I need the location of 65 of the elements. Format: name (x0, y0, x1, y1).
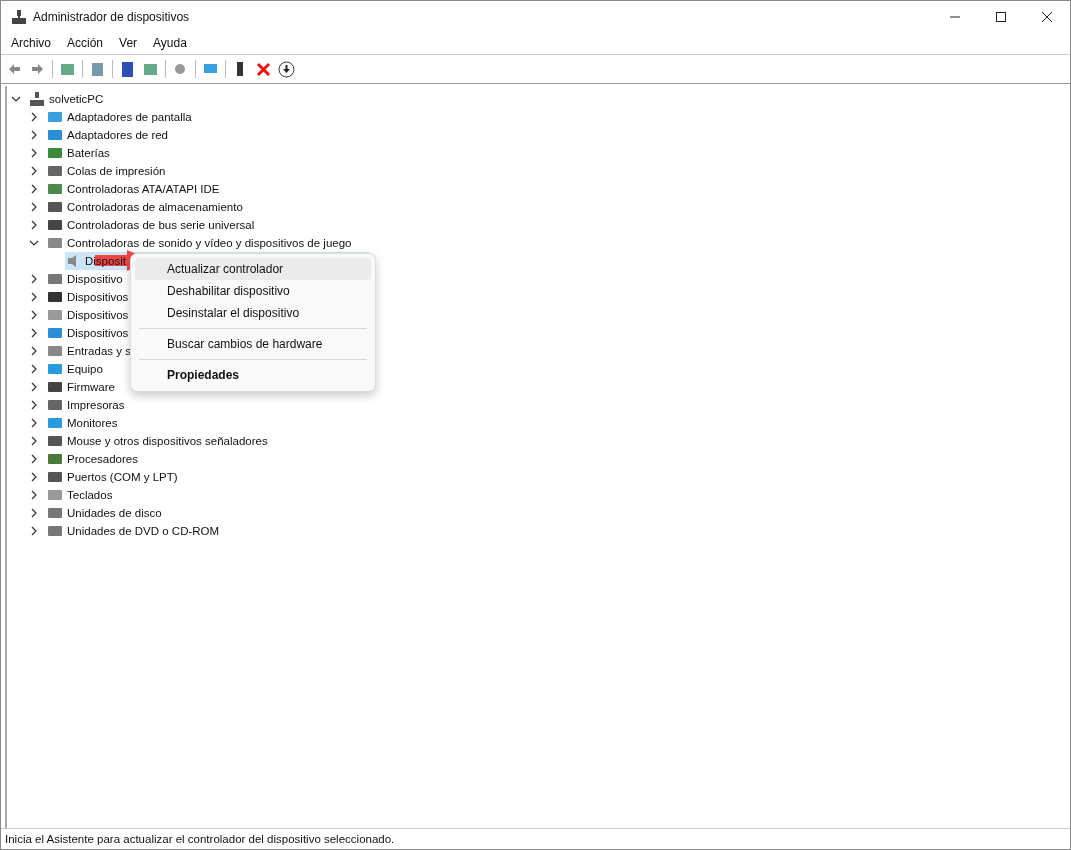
chevron-icon[interactable] (29, 310, 39, 320)
tree-item[interactable]: Unidades de DVD o CD-ROM (67, 525, 220, 537)
chevron-icon[interactable] (29, 364, 39, 374)
menu-item[interactable]: Deshabilitar dispositivo (135, 280, 371, 302)
chevron-icon[interactable] (29, 202, 39, 212)
chevron-icon[interactable] (29, 526, 39, 536)
tree-item[interactable]: Controladoras de almacenamiento (67, 201, 243, 213)
chevron-icon[interactable] (29, 112, 39, 122)
tree-item[interactable]: Controladoras de sonido y vídeo y dispositivos de juego (67, 237, 352, 249)
chevron-icon[interactable] (29, 472, 39, 482)
chevron-icon[interactable] (11, 94, 21, 104)
tree-item[interactable]: Dispositivos (67, 309, 129, 321)
chevron-icon[interactable] (29, 238, 39, 248)
menu-item[interactable]: Desinstalar el dispositivo (135, 302, 371, 324)
tree-item[interactable]: Firmware (67, 381, 115, 393)
tree-item[interactable]: Impresoras (67, 399, 125, 411)
close-icon[interactable] (1042, 11, 1052, 22)
status-text: Inicia el Asistente para actualizar el controlador del dispositivo seleccionado. (5, 833, 395, 845)
chevron-icon[interactable] (29, 274, 39, 284)
tree-item[interactable]: Procesadores (67, 453, 138, 465)
tree-item[interactable]: Teclados (67, 489, 113, 501)
tree-item[interactable]: Entradas y s (67, 345, 131, 357)
computer-icon (29, 91, 45, 107)
delete-icon[interactable] (255, 60, 272, 78)
tree-item[interactable]: Adaptadores de pantalla (67, 111, 192, 123)
window-title: Administrador de dispositivos (33, 9, 190, 24)
chevron-icon[interactable] (29, 508, 39, 518)
tree-item[interactable]: Dispositivos (67, 291, 129, 303)
tree-item[interactable]: Controladoras de bus serie universal (67, 219, 255, 231)
tree-item[interactable]: Adaptadores de red (67, 129, 169, 141)
tree-item[interactable]: Mouse y otros dispositivos señaladores (67, 435, 268, 447)
chevron-icon[interactable] (29, 130, 39, 140)
tree-item[interactable]: solveticPC (49, 93, 104, 105)
tree-item[interactable]: Monitores (67, 417, 118, 429)
menu-item[interactable]: Propiedades (135, 364, 371, 386)
download-icon[interactable] (278, 60, 295, 78)
menu-item[interactable]: Acción (67, 36, 104, 50)
chevron-icon[interactable] (29, 346, 39, 356)
tree-item[interactable]: Equipo (67, 363, 103, 375)
chevron-icon[interactable] (29, 454, 39, 464)
chevron-icon[interactable] (29, 436, 39, 446)
chevron-icon[interactable] (29, 148, 39, 158)
menu-item[interactable]: Ver (119, 36, 138, 50)
tree-item[interactable]: Dispositivo (67, 273, 123, 285)
tree-item[interactable]: Dispositivos (67, 327, 129, 339)
chevron-icon[interactable] (29, 328, 39, 338)
chevron-icon[interactable] (29, 400, 39, 410)
chevron-icon[interactable] (29, 418, 39, 428)
chevron-icon[interactable] (29, 166, 39, 176)
chevron-icon[interactable] (29, 184, 39, 194)
chevron-icon[interactable] (29, 292, 39, 302)
app-icon (11, 8, 27, 25)
menu-item[interactable]: Actualizar controlador (135, 258, 371, 280)
chevron-icon[interactable] (29, 490, 39, 500)
menu-item[interactable]: Ayuda (153, 36, 187, 50)
menu-item[interactable]: Buscar cambios de hardware (135, 333, 371, 355)
tree-item[interactable]: Puertos (COM y LPT) (67, 471, 178, 483)
chevron-icon[interactable] (29, 382, 39, 392)
chevron-icon[interactable] (29, 220, 39, 230)
tree-item[interactable]: Controladoras ATA/ATAPI IDE (67, 183, 220, 195)
tree-item[interactable]: Unidades de disco (67, 507, 162, 519)
maximize-icon[interactable] (996, 11, 1006, 22)
menu-item[interactable]: Archivo (11, 36, 51, 50)
tree-item[interactable]: Baterías (67, 147, 110, 159)
tree-item[interactable]: Colas de impresión (67, 165, 166, 177)
